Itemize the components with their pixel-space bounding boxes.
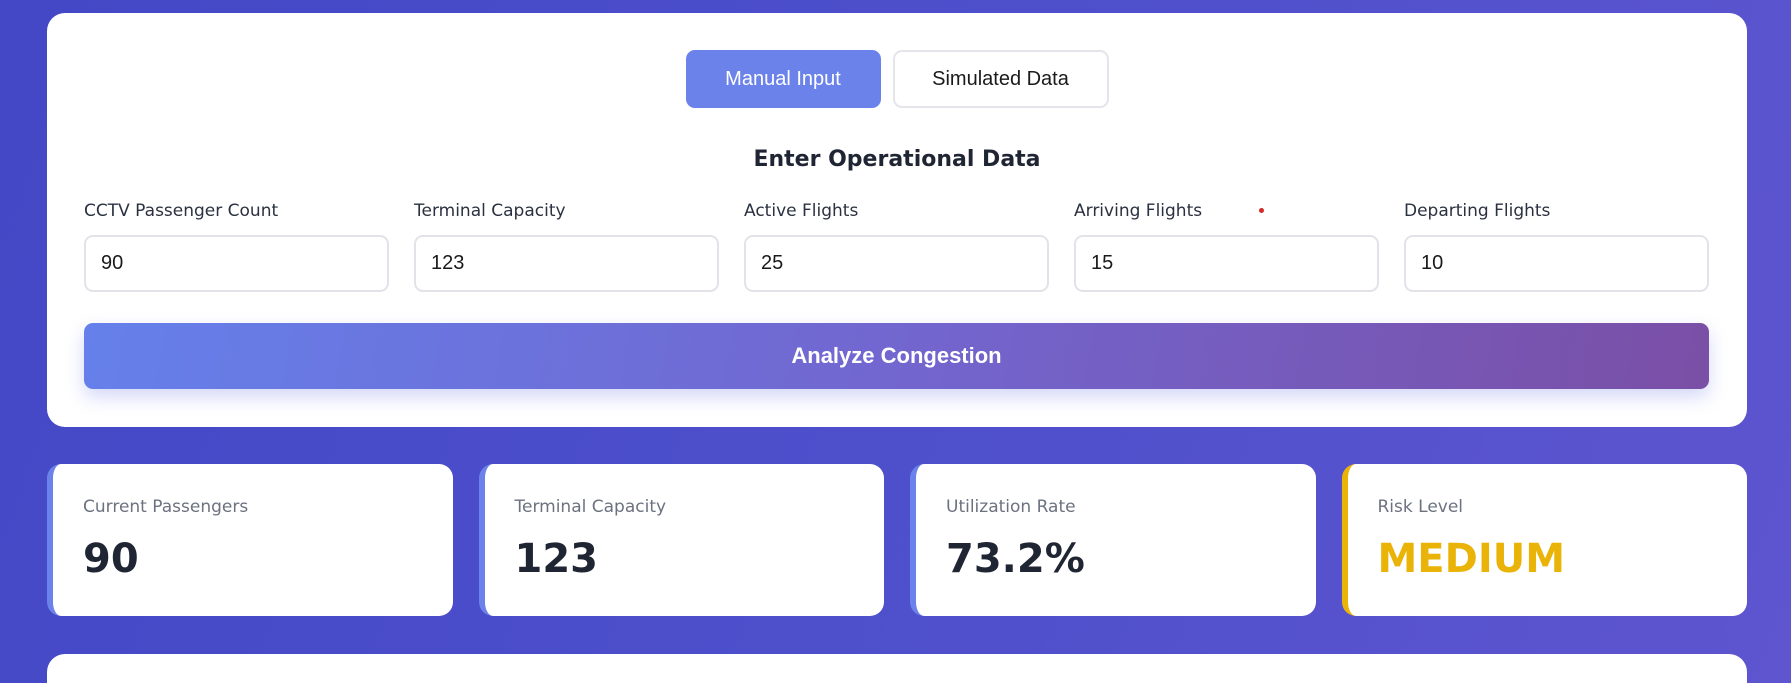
field-terminal-capacity: Terminal Capacity bbox=[414, 201, 719, 292]
stat-value: 73.2% bbox=[946, 536, 1085, 582]
simulated-data-button[interactable]: Simulated Data bbox=[892, 50, 1109, 108]
form-title: Enter Operational Data bbox=[753, 147, 1041, 172]
stat-label: Utilization Rate bbox=[946, 497, 1076, 517]
field-departing-flights: Departing Flights bbox=[1404, 201, 1709, 292]
active-flights-label: Active Flights bbox=[744, 201, 859, 221]
input-fields-row: CCTV Passenger Count Terminal Capacity A… bbox=[84, 201, 1709, 292]
stat-value: 90 bbox=[83, 536, 139, 582]
manual-input-button[interactable]: Manual Input bbox=[685, 50, 881, 108]
input-mode-toggle: Manual Input Simulated Data bbox=[47, 50, 1747, 108]
stat-card-current-passengers: Current Passengers 90 bbox=[47, 464, 453, 616]
field-arriving-flights: Arriving Flights bbox=[1074, 201, 1379, 292]
cursor-dot bbox=[1259, 208, 1264, 213]
stat-value: 123 bbox=[514, 536, 599, 582]
terminal-capacity-input[interactable] bbox=[414, 235, 719, 292]
stat-card-risk-level: Risk Level MEDIUM bbox=[1341, 464, 1747, 616]
operational-data-panel: Manual Input Simulated Data Enter Operat… bbox=[47, 13, 1747, 427]
analyze-congestion-button[interactable]: Analyze Congestion bbox=[84, 323, 1709, 389]
stat-card-terminal-capacity: Terminal Capacity 123 bbox=[478, 464, 884, 616]
departing-flights-input[interactable] bbox=[1404, 235, 1709, 292]
active-flights-input[interactable] bbox=[744, 235, 1049, 292]
results-panel bbox=[47, 654, 1747, 683]
risk-level-value: MEDIUM bbox=[1377, 536, 1566, 582]
field-cctv-passenger-count: CCTV Passenger Count bbox=[84, 201, 389, 292]
stat-label: Current Passengers bbox=[83, 497, 249, 517]
arriving-flights-input[interactable] bbox=[1074, 235, 1379, 292]
stats-row: Current Passengers 90 Terminal Capacity … bbox=[47, 464, 1747, 616]
stat-label: Risk Level bbox=[1377, 497, 1464, 517]
stat-card-utilization-rate: Utilization Rate 73.2% bbox=[910, 464, 1316, 616]
terminal-capacity-label: Terminal Capacity bbox=[414, 201, 566, 221]
cctv-passenger-count-input[interactable] bbox=[84, 235, 389, 292]
field-active-flights: Active Flights bbox=[744, 201, 1049, 292]
arriving-flights-label: Arriving Flights bbox=[1074, 201, 1203, 221]
cctv-passenger-count-label: CCTV Passenger Count bbox=[84, 201, 279, 221]
departing-flights-label: Departing Flights bbox=[1404, 201, 1551, 221]
stat-label: Terminal Capacity bbox=[514, 497, 667, 517]
